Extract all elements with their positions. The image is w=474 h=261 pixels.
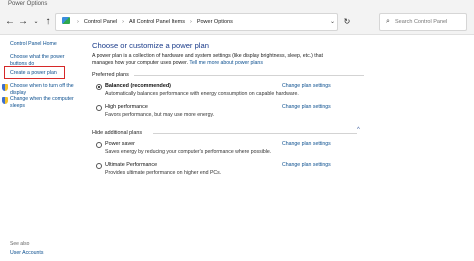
title-bar: Power Options xyxy=(0,0,474,9)
power-saver-plan-description: Saves energy by reducing your computer's… xyxy=(105,149,272,155)
balanced-plan-label[interactable]: Balanced (recommended) xyxy=(105,83,171,89)
intro-text: A power plan is a collection of hardware… xyxy=(92,53,337,66)
balanced-plan-name: Balanced (recommended) xyxy=(105,83,171,89)
forward-arrow-icon[interactable]: → xyxy=(17,9,29,35)
high-performance-plan-label[interactable]: High performance xyxy=(105,104,148,110)
breadcrumb-control-panel[interactable]: Control Panel xyxy=(84,19,117,25)
high-performance-change-settings-link[interactable]: Change plan settings xyxy=(282,104,331,110)
balanced-plan-description: Automatically balances performance with … xyxy=(105,91,299,97)
back-arrow-icon[interactable]: ← xyxy=(4,9,16,35)
address-bar-row: ← → ⌄ ↑ › Control Panel › All Control Panel… xyxy=(0,9,474,35)
recent-locations-chevron-icon[interactable]: ⌄ xyxy=(30,9,42,35)
sidebar: Control Panel Home Choose what the power… xyxy=(0,36,86,261)
refresh-icon[interactable]: ↻ xyxy=(341,9,353,35)
high-performance-plan-description: Favors performance, but may use more ene… xyxy=(105,112,215,118)
sidebar-control-panel-home[interactable]: Control Panel Home xyxy=(10,41,57,48)
tell-me-more-link[interactable]: Tell me more about power plans xyxy=(189,60,263,66)
sidebar-computer-sleeps-link[interactable]: Change when the computer sleeps xyxy=(10,96,80,110)
ultimate-performance-radio[interactable] xyxy=(96,163,102,169)
window-title: Power Options xyxy=(8,1,48,7)
ultimate-performance-plan-label[interactable]: Ultimate Performance xyxy=(105,162,157,168)
main-content: Choose or customize a power plan A power… xyxy=(86,36,474,261)
sidebar-turn-off-display-link[interactable]: Choose when to turn off the display xyxy=(10,83,78,97)
breadcrumb[interactable]: › Control Panel › All Control Panel Items › P… xyxy=(55,13,338,31)
balanced-radio[interactable] xyxy=(96,84,102,90)
shield-icon xyxy=(2,97,8,104)
preferred-plans-label: Preferred plans xyxy=(92,72,129,78)
user-accounts-link[interactable]: User Accounts xyxy=(10,250,43,257)
section-divider xyxy=(134,75,364,76)
sidebar-create-power-plan-link[interactable]: Create a power plan xyxy=(10,70,57,77)
page-title: Choose or customize a power plan xyxy=(92,41,209,50)
power-saver-change-settings-link[interactable]: Change plan settings xyxy=(282,141,331,147)
shield-icon xyxy=(2,84,8,91)
section-divider xyxy=(153,133,357,134)
search-box[interactable]: ⌕ xyxy=(379,13,467,31)
breadcrumb-power-options[interactable]: Power Options xyxy=(197,19,233,25)
address-dropdown-chevron-icon[interactable]: ⌄ xyxy=(330,9,338,35)
balanced-change-settings-link[interactable]: Change plan settings xyxy=(282,83,331,89)
see-also-label: See also xyxy=(10,241,30,247)
high-performance-radio[interactable] xyxy=(96,105,102,111)
breadcrumb-all-items[interactable]: All Control Panel Items xyxy=(129,19,185,25)
search-icon: ⌕ xyxy=(386,18,390,25)
breadcrumb-separator-icon[interactable]: › xyxy=(190,19,192,25)
ultimate-performance-plan-description: Provides ultimate performance on higher … xyxy=(105,170,222,176)
search-input[interactable] xyxy=(395,15,465,29)
hide-additional-plans-label[interactable]: Hide additional plans xyxy=(92,130,142,136)
control-panel-icon xyxy=(62,17,70,24)
ultimate-performance-change-settings-link[interactable]: Change plan settings xyxy=(282,162,331,168)
breadcrumb-separator-icon[interactable]: › xyxy=(77,19,79,25)
collapse-chevron-icon[interactable]: ^ xyxy=(357,127,360,133)
breadcrumb-separator-icon[interactable]: › xyxy=(122,19,124,25)
up-arrow-icon[interactable]: ↑ xyxy=(42,9,54,35)
power-saver-radio[interactable] xyxy=(96,142,102,148)
power-saver-plan-label[interactable]: Power saver xyxy=(105,141,135,147)
